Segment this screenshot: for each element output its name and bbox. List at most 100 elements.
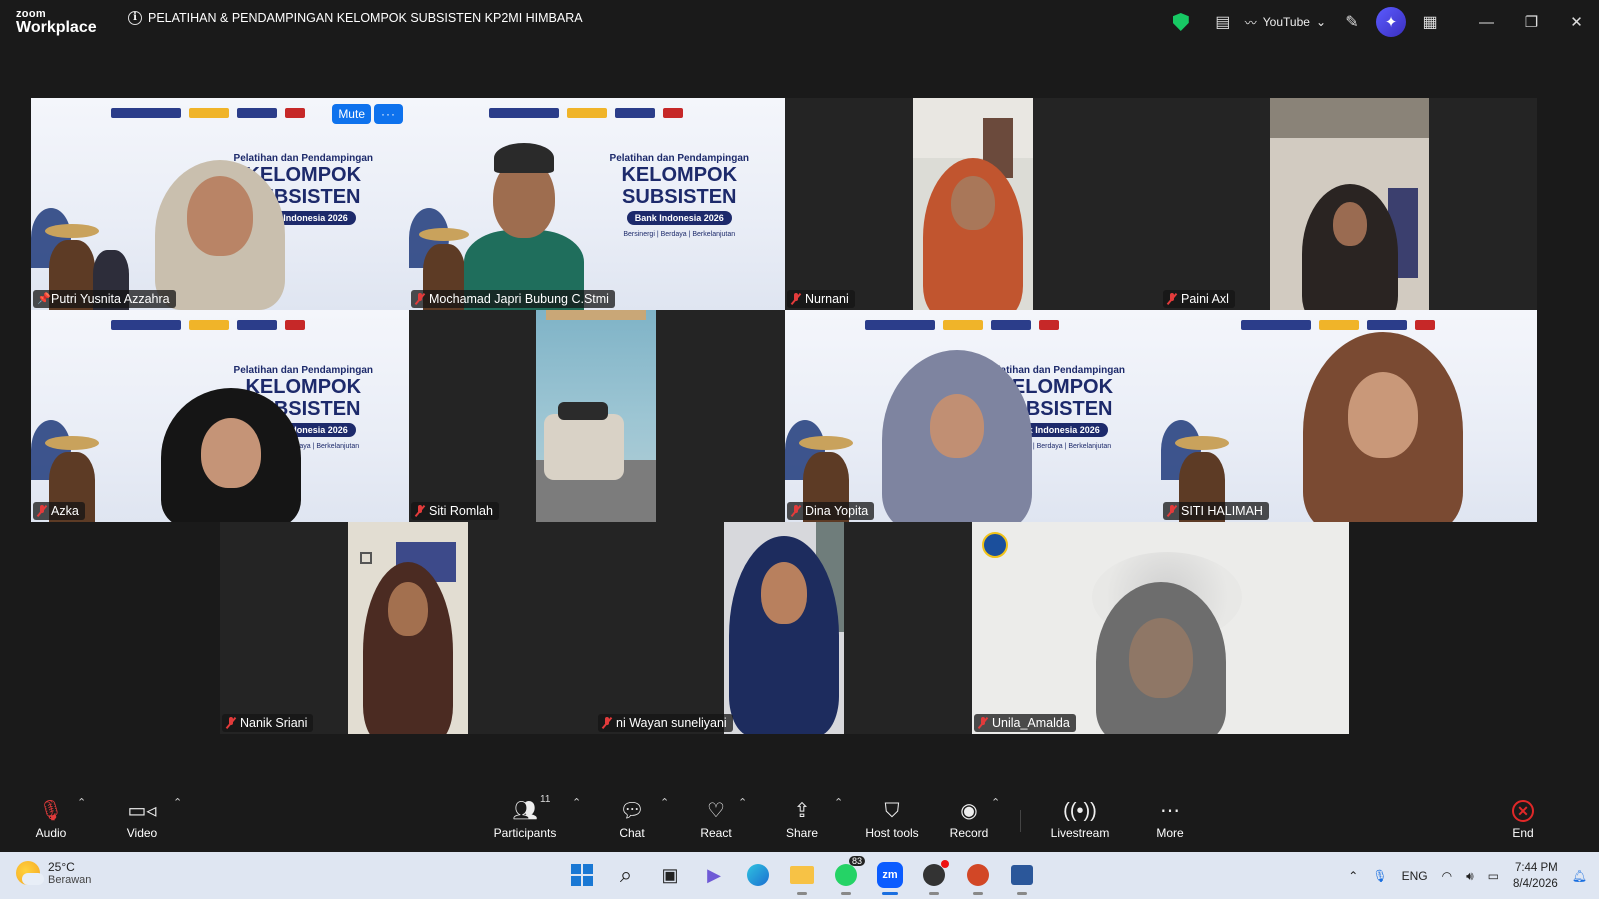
video-button[interactable]: ▭◃ Video <box>120 790 164 850</box>
video-tile-putri[interactable]: Pelatihan dan Pendampingan KELOMPOK SUBS… <box>31 98 409 310</box>
ai-companion-button[interactable]: ✦ <box>1376 7 1406 37</box>
file-explorer-icon[interactable] <box>785 858 819 895</box>
sponsor-logos <box>1241 320 1435 334</box>
participant-video <box>536 310 656 522</box>
participant-video <box>348 522 468 734</box>
participant-video <box>913 98 1033 310</box>
participant-face <box>930 394 984 458</box>
partly-cloudy-icon <box>16 861 44 885</box>
edge-browser-icon[interactable] <box>741 858 775 892</box>
slide-tagline: Bersinergi | Berdaya | Berkelanjutan <box>623 231 736 238</box>
livestream-button[interactable]: ((•)) Livestream <box>1046 790 1114 850</box>
heart-icon: ♡ <box>707 800 725 822</box>
react-options-caret[interactable]: ⌃ <box>738 796 747 809</box>
participants-icon: 👥︎ <box>512 800 538 822</box>
participant-face <box>388 582 428 636</box>
video-tile-ni-wayan[interactable]: ni Wayan suneliyani <box>596 522 972 734</box>
host-tools-button[interactable]: ⛉ Host tools <box>860 790 924 850</box>
chat-label: Chat <box>619 826 645 840</box>
sponsor-logos <box>111 320 305 334</box>
whatsapp-icon[interactable]: 83 <box>829 856 865 895</box>
notification-bell-icon[interactable]: 🔔︎ <box>1572 869 1587 883</box>
chat-button[interactable]: 💬︎ Chat <box>612 790 652 850</box>
record-button[interactable]: ◉ Record <box>946 790 992 850</box>
whatsapp-badge: 83 <box>848 856 865 866</box>
apps-grid-icon[interactable]: ▦ <box>1414 6 1446 38</box>
livestream-app-dropdown[interactable]: 〰 YouTube ⌄ <box>1245 14 1326 31</box>
info-icon[interactable]: i <box>128 11 142 25</box>
video-tile-azka[interactable]: Pelatihan dan Pendampingan KELOMPOK SUBS… <box>31 310 409 522</box>
audio-options-caret[interactable]: ⌃ <box>77 796 86 809</box>
video-tile-nurnani[interactable]: Nurnani <box>785 98 1161 310</box>
zoom-app-icon[interactable]: zm <box>873 858 907 895</box>
mic-muted-icon <box>37 505 47 517</box>
participant-face <box>187 176 253 256</box>
minimize-button[interactable]: — <box>1464 0 1509 44</box>
participant-name-tag: SITI HALIMAH <box>1163 502 1269 520</box>
video-tile-siti-halimah[interactable]: SITI HALIMAH <box>1161 310 1537 522</box>
restore-button[interactable]: ❐ <box>1509 0 1554 44</box>
participant-name: Nanik Sriani <box>240 716 308 730</box>
video-options-caret[interactable]: ⌃ <box>173 796 182 809</box>
meeting-toolbar: 🎙︎ Audio ⌃ ▭◃ Video ⌃ 👥︎ Participants 11… <box>0 790 1599 850</box>
video-tile-dina-yopita[interactable]: Pelatihan dan Pendampingan KELOMPOK SUBS… <box>785 310 1161 522</box>
clock[interactable]: 7:44 PM 8/4/2026 <box>1513 860 1558 892</box>
tile-more-button[interactable]: ··· <box>374 104 403 124</box>
react-button[interactable]: ♡ React <box>696 790 736 850</box>
pencil-icon[interactable]: ✎ <box>1336 6 1368 38</box>
notes-icon[interactable]: ▤ <box>1207 6 1239 38</box>
mic-muted-icon <box>226 717 236 729</box>
participant-name: Putri Yusnita Azzahra <box>51 292 170 306</box>
sponsor-logos <box>865 320 1059 334</box>
windows-logo-icon <box>571 864 593 886</box>
word-icon[interactable] <box>1005 858 1039 895</box>
powerpoint-icon[interactable] <box>961 858 995 895</box>
speaker-icon[interactable]: 🔊︎ <box>1466 869 1474 884</box>
encryption-shield-icon[interactable] <box>1165 6 1197 38</box>
close-button[interactable]: ✕ <box>1554 0 1599 44</box>
obs-icon[interactable] <box>917 858 951 895</box>
video-camera-icon: ▭◃ <box>127 800 157 822</box>
livestream-app-label: YouTube <box>1262 15 1310 29</box>
battery-icon[interactable]: ▭ <box>1488 869 1499 883</box>
participant-name: Dina Yopita <box>805 504 869 518</box>
slide-title: Pelatihan dan Pendampingan KELOMPOK SUBS… <box>610 153 749 238</box>
audio-button[interactable]: 🎙︎ Audio <box>30 790 72 850</box>
weather-widget[interactable]: 25°C Berawan <box>16 860 91 886</box>
more-button[interactable]: ⋯ More <box>1150 790 1190 850</box>
taskbar-apps: ⌕ ▣ ▶ 83 zm <box>565 856 1039 895</box>
participant-face <box>1332 202 1367 246</box>
start-button[interactable] <box>565 858 599 892</box>
language-indicator[interactable]: ENG <box>1402 869 1428 883</box>
video-tile-mochamad[interactable]: Pelatihan dan Pendampingan KELOMPOK SUBS… <box>409 98 785 310</box>
video-tile-siti-romlah[interactable]: Siti Romlah <box>409 310 785 522</box>
chevron-up-icon[interactable]: ⌃ <box>1348 869 1358 883</box>
record-options-caret[interactable]: ⌃ <box>991 796 1000 809</box>
share-options-caret[interactable]: ⌃ <box>834 796 843 809</box>
zoom-logo: zoom Workplace <box>16 9 97 36</box>
meeting-title[interactable]: i PELATIHAN & PENDAMPINGAN KELOMPOK SUBS… <box>128 11 583 25</box>
mic-muted-icon <box>602 717 612 729</box>
wifi-icon[interactable]: ◠ <box>1442 869 1452 883</box>
video-tile-unila-amalda[interactable]: Unila_Amalda <box>972 522 1349 734</box>
participant-name-tag: Unila_Amalda <box>974 714 1076 732</box>
video-label: Video <box>126 826 158 840</box>
end-button[interactable]: ✕ End <box>1506 790 1540 850</box>
slide-line1: Pelatihan dan Pendampingan <box>233 365 373 376</box>
participants-options-caret[interactable]: ⌃ <box>572 796 581 809</box>
video-app-icon[interactable]: ▶ <box>697 858 731 892</box>
participant-name-tag: Nurnani <box>787 290 855 308</box>
mute-participant-button[interactable]: Mute <box>332 104 371 124</box>
chevron-down-icon: ⌄ <box>1315 15 1326 29</box>
search-icon[interactable]: ⌕ <box>609 858 643 892</box>
task-view-icon[interactable]: ▣ <box>653 858 687 892</box>
share-button[interactable]: ⇪ Share <box>782 790 822 850</box>
video-tile-paini[interactable]: Paini Axl <box>1161 98 1537 310</box>
time: 7:44 PM <box>1514 862 1558 874</box>
sponsor-logos <box>111 108 305 122</box>
sponsor-logos <box>489 108 683 122</box>
chat-options-caret[interactable]: ⌃ <box>660 796 669 809</box>
video-tile-nanik-sriani[interactable]: Nanik Sriani <box>220 522 596 734</box>
participant-name: Azka <box>51 504 79 518</box>
microphone-icon[interactable]: 🎙︎ <box>1372 869 1387 883</box>
